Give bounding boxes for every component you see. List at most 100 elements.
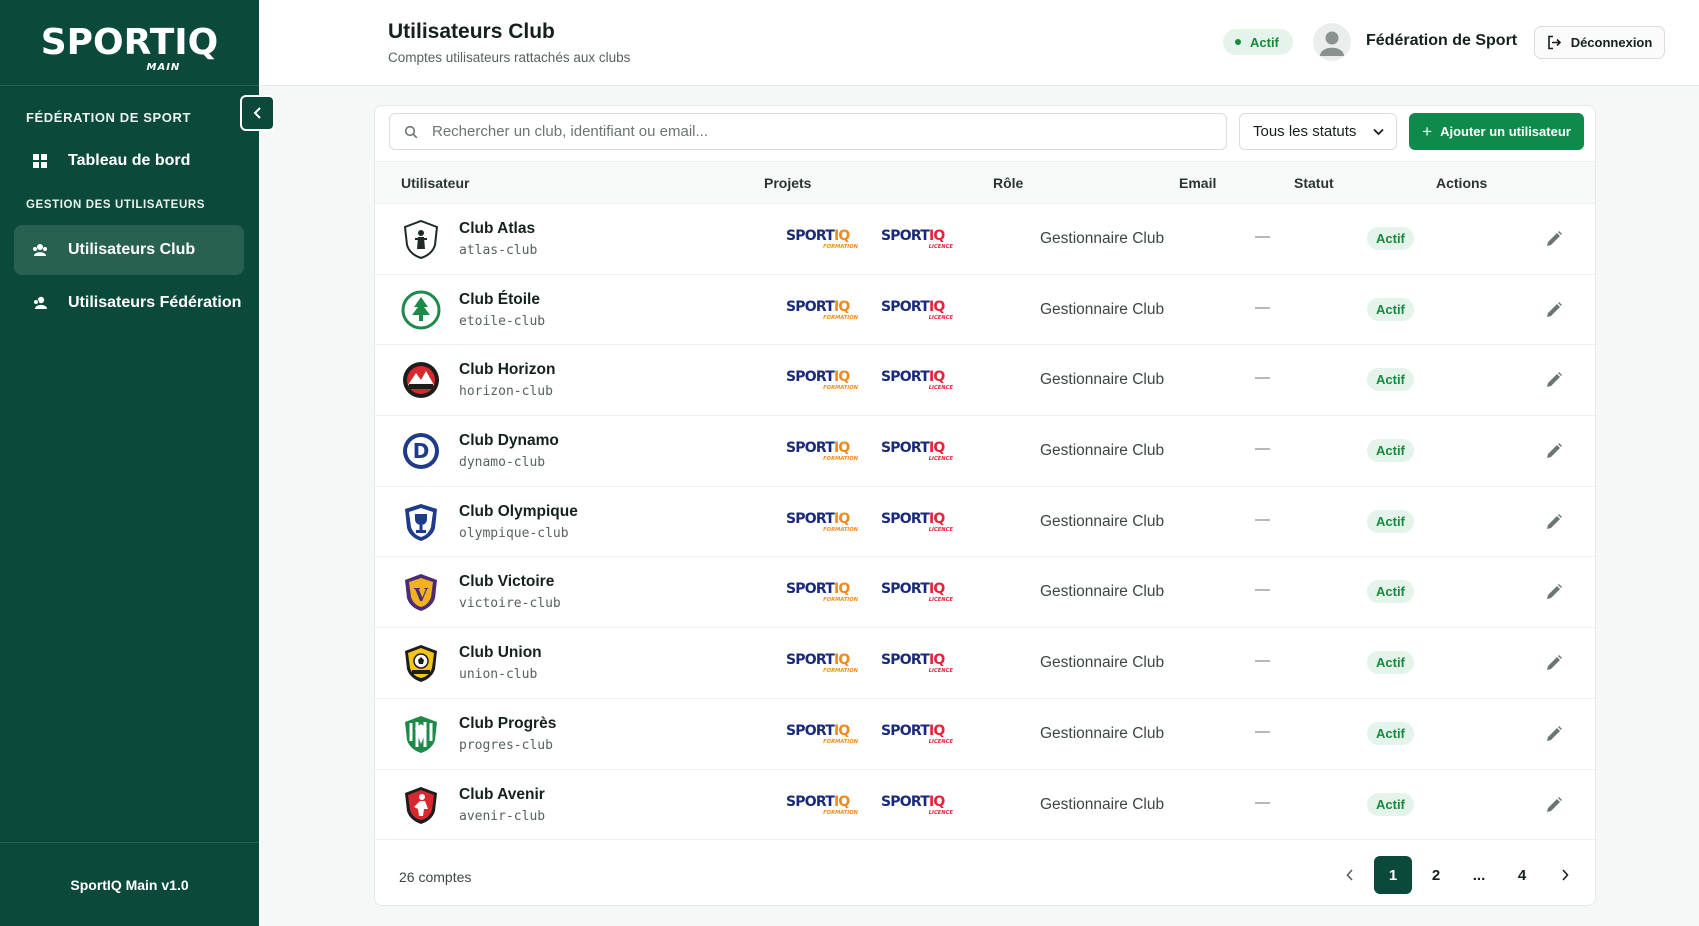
svg-text:SPORTIQ: SPORTIQ (881, 299, 945, 315)
email-cell: — (1255, 298, 1270, 316)
svg-text:FORMATION: FORMATION (823, 244, 859, 250)
crest-union-icon (405, 645, 437, 683)
club-name: Club Horizon (459, 361, 556, 379)
project-licence-logo: SPORTIQLICENCE (881, 369, 953, 391)
sidebar-item-club-users[interactable]: Utilisateurs Club (14, 225, 244, 275)
pencil-icon (1547, 372, 1562, 388)
svg-text:LICENCE: LICENCE (929, 597, 954, 603)
email-cell: — (1255, 793, 1270, 811)
svg-text:LICENCE: LICENCE (929, 668, 954, 674)
email-cell: — (1255, 652, 1270, 670)
table-row[interactable]: D Club Dynamo dynamo-club SPORTIQ FORMATION S… (375, 416, 1595, 487)
svg-text:SPORTIQ: SPORTIQ (786, 794, 850, 810)
sidebar: SPORTIQ MAIN FÉDÉRATION DE SPORT Tableau… (0, 0, 259, 926)
logout-button[interactable]: Déconnexion (1534, 26, 1665, 59)
column-header-projects[interactable]: Projets (764, 175, 811, 191)
app-logo[interactable]: SPORTIQ MAIN (41, 22, 219, 73)
status-badge: Actif (1367, 580, 1414, 604)
chevron-down-icon (1373, 128, 1384, 135)
club-identifier: etoile-club (459, 313, 546, 329)
column-header-role[interactable]: Rôle (993, 175, 1023, 191)
club-identifier: avenir-club (459, 808, 546, 824)
column-header-user[interactable]: Utilisateur (401, 175, 469, 191)
role-cell: Gestionnaire Club (1040, 654, 1165, 672)
svg-text:SPORTIQ: SPORTIQ (881, 794, 945, 810)
email-cell: — (1255, 510, 1270, 528)
svg-text:LICENCE: LICENCE (929, 315, 954, 321)
email-cell: — (1255, 369, 1270, 387)
pencil-icon (1547, 725, 1562, 741)
table-row[interactable]: Club Progrès progres-club SPORTIQ FORMATION… (375, 699, 1595, 770)
next-page-button[interactable] (1546, 856, 1584, 894)
table-row[interactable]: Club Étoile etoile-club SPORTIQ FORMATION SP… (375, 275, 1595, 346)
dashboard-icon (32, 153, 48, 169)
role-cell: Gestionnaire Club (1040, 442, 1165, 460)
project-formation-logo: SPORTIQFORMATION (786, 794, 859, 816)
edit-button[interactable] (1543, 228, 1565, 250)
table-row[interactable]: Club Atlas atlas-club SPORTIQ FORMATION SPOR… (375, 204, 1595, 275)
status-badge-label: Actif (1250, 34, 1279, 50)
avatar[interactable] (1313, 23, 1351, 61)
table-body: Club Atlas atlas-club SPORTIQ FORMATION SPOR… (375, 204, 1595, 841)
page-title: Utilisateurs Club (388, 20, 555, 43)
sidebar-item-label: Tableau de bord (68, 152, 191, 169)
chevron-left-icon (1346, 869, 1353, 881)
club-name: Club Avenir (459, 785, 545, 803)
club-identifier: union-club (459, 667, 538, 683)
status-filter-value: Tous les statuts (1253, 123, 1357, 140)
table-row[interactable]: V Club Victoire victoire-club SPORTIQ FORMAT… (375, 557, 1595, 629)
column-header-email[interactable]: Email (1179, 175, 1216, 191)
collapse-sidebar-button[interactable] (240, 95, 275, 131)
svg-text:D: D (413, 439, 430, 463)
edit-button[interactable] (1543, 652, 1565, 674)
status-filter-select[interactable]: Tous les statuts (1239, 113, 1397, 150)
page-2-button[interactable]: 2 (1417, 856, 1455, 894)
page-4-button[interactable]: 4 (1503, 856, 1541, 894)
edit-button[interactable] (1543, 369, 1565, 391)
column-header-status[interactable]: Statut (1294, 175, 1334, 191)
table-row[interactable]: Club Union union-club SPORTIQ FORMATION SPOR… (375, 628, 1595, 699)
edit-button[interactable] (1543, 723, 1565, 745)
status-badge: Actif (1367, 509, 1414, 533)
club-identifier: dynamo-club (459, 455, 546, 471)
email-cell: — (1255, 228, 1270, 245)
add-user-button[interactable]: + Ajouter un utilisateur (1409, 113, 1584, 150)
pencil-icon (1547, 513, 1562, 529)
user-avatar-icon (1320, 31, 1344, 56)
club-identifier: horizon-club (459, 384, 553, 400)
crest-olympique-icon (405, 503, 437, 541)
page-ellipsis: ... (1472, 866, 1486, 884)
project-formation-logo: SPORTIQFORMATION (786, 299, 859, 321)
role-cell: Gestionnaire Club (1040, 300, 1165, 318)
edit-button[interactable] (1543, 511, 1565, 533)
club-identifier: atlas-club (459, 243, 538, 258)
edit-button[interactable] (1543, 299, 1565, 321)
svg-text:FORMATION: FORMATION (823, 739, 859, 745)
club-name: Club Atlas (459, 220, 536, 237)
club-name: Club Union (459, 644, 542, 662)
svg-text:SPORTIQ: SPORTIQ (786, 369, 850, 385)
search-box[interactable] (389, 113, 1227, 150)
sidebar-item-dashboard[interactable]: Tableau de bord (14, 136, 244, 186)
table-row[interactable]: Club Horizon horizon-club SPORTIQ FORMATION… (375, 345, 1595, 417)
edit-button[interactable] (1543, 794, 1565, 816)
status-badge: Actif (1367, 439, 1414, 463)
prev-page-button[interactable] (1331, 856, 1369, 894)
page-subtitle: Comptes utilisateurs rattachés aux clubs (388, 50, 631, 65)
search-input[interactable] (432, 123, 1212, 140)
svg-text:V: V (413, 585, 429, 606)
edit-button[interactable] (1543, 440, 1565, 462)
email-cell: — (1255, 722, 1270, 740)
user-group-icon (32, 295, 48, 311)
project-licence-logo: SPORTIQLICENCE (881, 581, 954, 603)
svg-text:SPORTIQ: SPORTIQ (881, 723, 945, 739)
page-1-button[interactable]: 1 (1374, 856, 1412, 894)
svg-text:SPORTIQ: SPORTIQ (881, 511, 945, 527)
table-row[interactable]: Club Olympique olympique-club SPORTIQ FORMA… (375, 487, 1595, 558)
project-formation-logo: SPORTIQFORMATION (786, 228, 859, 250)
sidebar-item-federation-users[interactable]: Utilisateurs Fédération (14, 278, 244, 328)
crest-progres-icon (405, 715, 437, 753)
edit-button[interactable] (1543, 581, 1565, 603)
table-row[interactable]: Club Avenir avenir-club SPORTIQ FORMATION SP… (375, 770, 1595, 841)
club-name: Club Victoire (459, 573, 555, 591)
